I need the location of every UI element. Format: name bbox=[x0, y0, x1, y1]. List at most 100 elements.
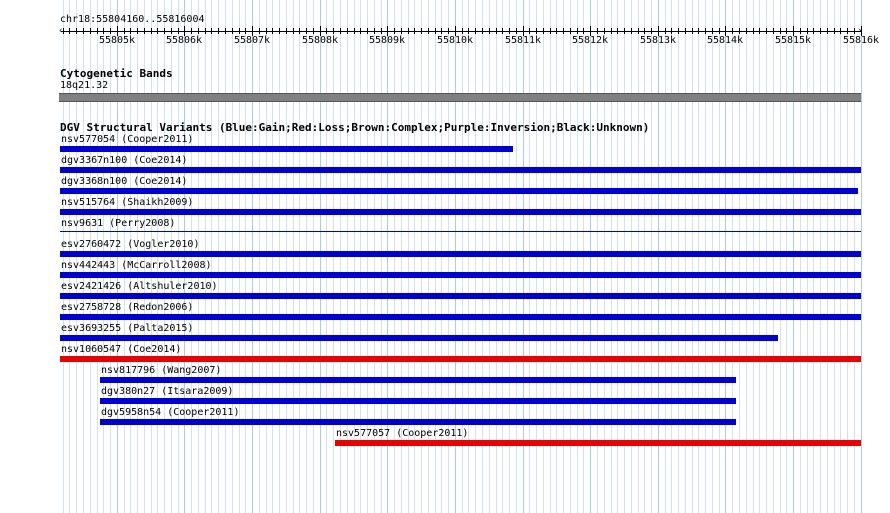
minor-tick bbox=[732, 28, 733, 34]
minor-tick bbox=[475, 28, 476, 34]
minor-tick bbox=[786, 28, 787, 34]
minor-tick bbox=[178, 28, 179, 34]
minor-tick bbox=[171, 28, 172, 34]
cytoband-title: Cytogenetic Bands bbox=[60, 67, 173, 80]
tick-label: 55815k bbox=[774, 35, 812, 46]
minor-tick bbox=[313, 28, 314, 34]
minor-tick bbox=[435, 28, 436, 34]
minor-tick bbox=[746, 28, 747, 34]
minor-tick bbox=[191, 28, 192, 34]
minor-tick bbox=[502, 28, 503, 34]
feature-bar-gain[interactable] bbox=[60, 167, 861, 173]
minor-tick bbox=[218, 28, 219, 34]
minor-tick bbox=[157, 28, 158, 34]
minor-tick bbox=[367, 28, 368, 34]
minor-tick bbox=[69, 28, 70, 34]
feature-label[interactable]: nsv817796 (Wang2007) bbox=[101, 365, 221, 376]
minor-tick bbox=[326, 28, 327, 34]
minor-tick bbox=[164, 28, 165, 34]
minor-tick bbox=[611, 28, 612, 34]
cytoband-bar[interactable] bbox=[59, 93, 861, 102]
genome-browser-track: chr18:55804160..55816004 ‹ › 55805k 55806… bbox=[0, 0, 890, 513]
minor-tick bbox=[401, 28, 402, 34]
minor-tick bbox=[482, 28, 483, 34]
feature-label[interactable]: esv2760472 (Vogler2010) bbox=[61, 239, 199, 250]
minor-tick bbox=[259, 28, 260, 34]
minor-tick bbox=[827, 28, 828, 34]
feature-bar-gain[interactable] bbox=[60, 188, 858, 194]
feature-bar-gain[interactable] bbox=[60, 293, 861, 299]
minor-tick bbox=[665, 28, 666, 34]
feature-bar-gain[interactable] bbox=[60, 314, 861, 320]
minor-tick bbox=[441, 28, 442, 34]
minor-tick bbox=[90, 28, 91, 34]
minor-tick bbox=[719, 28, 720, 34]
feature-label[interactable]: nsv577057 (Cooper2011) bbox=[336, 428, 468, 439]
feature-label[interactable]: dgv3368n100 (Coe2014) bbox=[61, 176, 187, 187]
minor-tick bbox=[556, 28, 557, 34]
minor-tick bbox=[245, 28, 246, 34]
feature-bar-gain[interactable] bbox=[100, 419, 736, 425]
feature-bar-gain[interactable] bbox=[60, 209, 861, 215]
minor-tick bbox=[692, 28, 693, 34]
tick-label: 55805k bbox=[98, 35, 136, 46]
location-label: chr18:55804160..55816004 bbox=[60, 14, 205, 25]
feature-label[interactable]: esv3693255 (Palta2015) bbox=[61, 323, 193, 334]
minor-tick bbox=[198, 28, 199, 34]
feature-bar-gain[interactable] bbox=[60, 251, 861, 257]
minor-tick bbox=[766, 28, 767, 34]
tick-label: 55811k bbox=[504, 35, 542, 46]
minor-tick bbox=[286, 28, 287, 34]
feature-label[interactable]: nsv577054 (Cooper2011) bbox=[61, 134, 193, 145]
minor-tick bbox=[306, 28, 307, 34]
tick-label: 55808k bbox=[301, 35, 339, 46]
minor-tick bbox=[293, 28, 294, 34]
feature-label[interactable]: esv2421426 (Altshuler2010) bbox=[61, 281, 218, 292]
minor-tick bbox=[381, 28, 382, 34]
feature-bar-gain[interactable] bbox=[60, 231, 861, 232]
minor-tick bbox=[63, 28, 64, 34]
gridline bbox=[861, 0, 862, 513]
feature-label[interactable]: dgv5958n54 (Cooper2011) bbox=[101, 407, 239, 418]
feature-label[interactable]: dgv3367n100 (Coe2014) bbox=[61, 155, 187, 166]
minor-tick bbox=[151, 28, 152, 34]
minor-tick bbox=[800, 28, 801, 34]
minor-tick bbox=[76, 28, 77, 34]
feature-bar-loss[interactable] bbox=[60, 356, 861, 362]
minor-tick bbox=[759, 28, 760, 34]
minor-tick bbox=[516, 28, 517, 34]
dgv-title: DGV Structural Variants (Blue:Gain;Red:L… bbox=[60, 121, 650, 134]
tick-label: 55806k bbox=[165, 35, 203, 46]
minor-tick bbox=[678, 28, 679, 34]
minor-tick bbox=[597, 28, 598, 34]
tick-label: 55809k bbox=[368, 35, 406, 46]
minor-tick bbox=[448, 28, 449, 34]
feature-bar-gain[interactable] bbox=[60, 146, 513, 152]
feature-bar-gain[interactable] bbox=[60, 335, 778, 341]
minor-tick bbox=[462, 28, 463, 34]
feature-bar-gain[interactable] bbox=[60, 272, 861, 278]
feature-label[interactable]: nsv515764 (Shaikh2009) bbox=[61, 197, 193, 208]
minor-tick bbox=[509, 28, 510, 34]
minor-tick bbox=[617, 28, 618, 34]
minor-tick bbox=[408, 28, 409, 34]
minor-tick bbox=[807, 28, 808, 34]
minor-tick bbox=[705, 28, 706, 34]
tick-label: 55813k bbox=[639, 35, 677, 46]
minor-tick bbox=[712, 28, 713, 34]
minor-tick bbox=[333, 28, 334, 34]
feature-bar-gain[interactable] bbox=[100, 377, 736, 383]
feature-label[interactable]: nsv442443 (McCarroll2008) bbox=[61, 260, 212, 271]
band-label[interactable]: 18q21.32 bbox=[60, 80, 108, 91]
minor-tick bbox=[374, 28, 375, 34]
minor-tick bbox=[820, 28, 821, 34]
minor-tick bbox=[773, 28, 774, 34]
minor-tick bbox=[340, 28, 341, 34]
feature-label[interactable]: dgv380n27 (Itsara2009) bbox=[101, 386, 233, 397]
feature-bar-gain[interactable] bbox=[100, 398, 736, 404]
feature-label[interactable]: esv2758728 (Redon2006) bbox=[61, 302, 193, 313]
feature-label[interactable]: nsv1060547 (Coe2014) bbox=[61, 344, 181, 355]
minor-tick bbox=[536, 28, 537, 34]
feature-bar-loss[interactable] bbox=[335, 440, 861, 446]
feature-label[interactable]: nsv9631 (Perry2008) bbox=[61, 218, 175, 229]
